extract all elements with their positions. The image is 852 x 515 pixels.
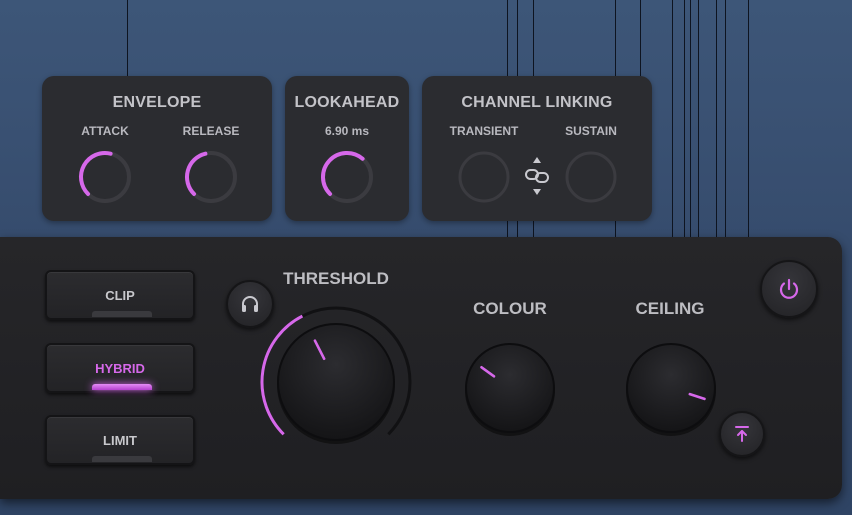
colour-knob[interactable]: [460, 338, 560, 438]
hybrid-mode-button[interactable]: HYBRID: [45, 343, 195, 393]
channel-linking-panel: CHANNEL LINKING TRANSIENT SUSTAIN: [422, 76, 652, 221]
clip-mode-button[interactable]: CLIP: [45, 270, 195, 320]
hybrid-mode-label: HYBRID: [95, 360, 145, 376]
attack-label: ATTACK: [81, 124, 129, 138]
channel-linking-title: CHANNEL LINKING: [461, 94, 613, 111]
mode-indicator: [92, 311, 152, 317]
knob-value-arc: [185, 151, 208, 196]
mode-indicator: [92, 384, 152, 390]
mode-indicator: [92, 456, 152, 462]
main-panel: CLIP HYBRID LIMIT THRESHOLD COLOUR CEILI…: [0, 237, 842, 499]
envelope-panel: ENVELOPE ATTACK RELEASE: [42, 76, 272, 221]
knob-value-arc: [320, 151, 365, 196]
background-line: [684, 0, 685, 237]
sustain-label: SUSTAIN: [565, 124, 617, 138]
threshold-knob[interactable]: [256, 302, 416, 462]
envelope-title: ENVELOPE: [112, 94, 202, 111]
background-line: [672, 0, 673, 237]
limit-mode-button[interactable]: LIMIT: [45, 415, 195, 465]
colour-title: COLOUR: [473, 299, 547, 318]
threshold-title: THRESHOLD: [283, 269, 389, 288]
lookahead-title: LOOKAHEAD: [294, 94, 400, 111]
knob-value-arc: [79, 151, 113, 196]
knob-track: [458, 151, 510, 203]
transient-knob[interactable]: [457, 150, 511, 204]
background-line: [640, 0, 641, 76]
ceiling-title: CEILING: [635, 299, 705, 318]
background-line: [127, 0, 128, 76]
limit-mode-label: LIMIT: [103, 432, 137, 448]
lookahead-knob[interactable]: [320, 150, 374, 204]
knob-body: [277, 323, 395, 441]
power-button[interactable]: [760, 260, 818, 318]
arrow-up-to-line-icon: [735, 426, 749, 442]
background-line: [690, 0, 691, 237]
ceiling-knob[interactable]: [621, 338, 721, 438]
knob-track: [565, 151, 617, 203]
background-line: [725, 0, 726, 237]
lookahead-value: 6.90 ms: [324, 124, 370, 138]
lookahead-panel: LOOKAHEAD 6.90 ms: [285, 76, 409, 221]
sustain-knob[interactable]: [564, 150, 618, 204]
background-line: [716, 0, 717, 237]
clip-mode-label: CLIP: [105, 287, 135, 303]
release-knob[interactable]: [184, 150, 238, 204]
attack-knob[interactable]: [78, 150, 132, 204]
release-label: RELEASE: [182, 124, 240, 138]
knob-body: [626, 343, 716, 433]
link-toggle[interactable]: [524, 156, 550, 196]
background-line: [748, 0, 749, 237]
knob-body: [465, 343, 555, 433]
transient-label: TRANSIENT: [449, 124, 519, 138]
power-icon: [779, 278, 799, 299]
link-icon: [525, 169, 549, 183]
ceiling-link-button[interactable]: [719, 411, 765, 457]
background-line: [698, 0, 699, 237]
